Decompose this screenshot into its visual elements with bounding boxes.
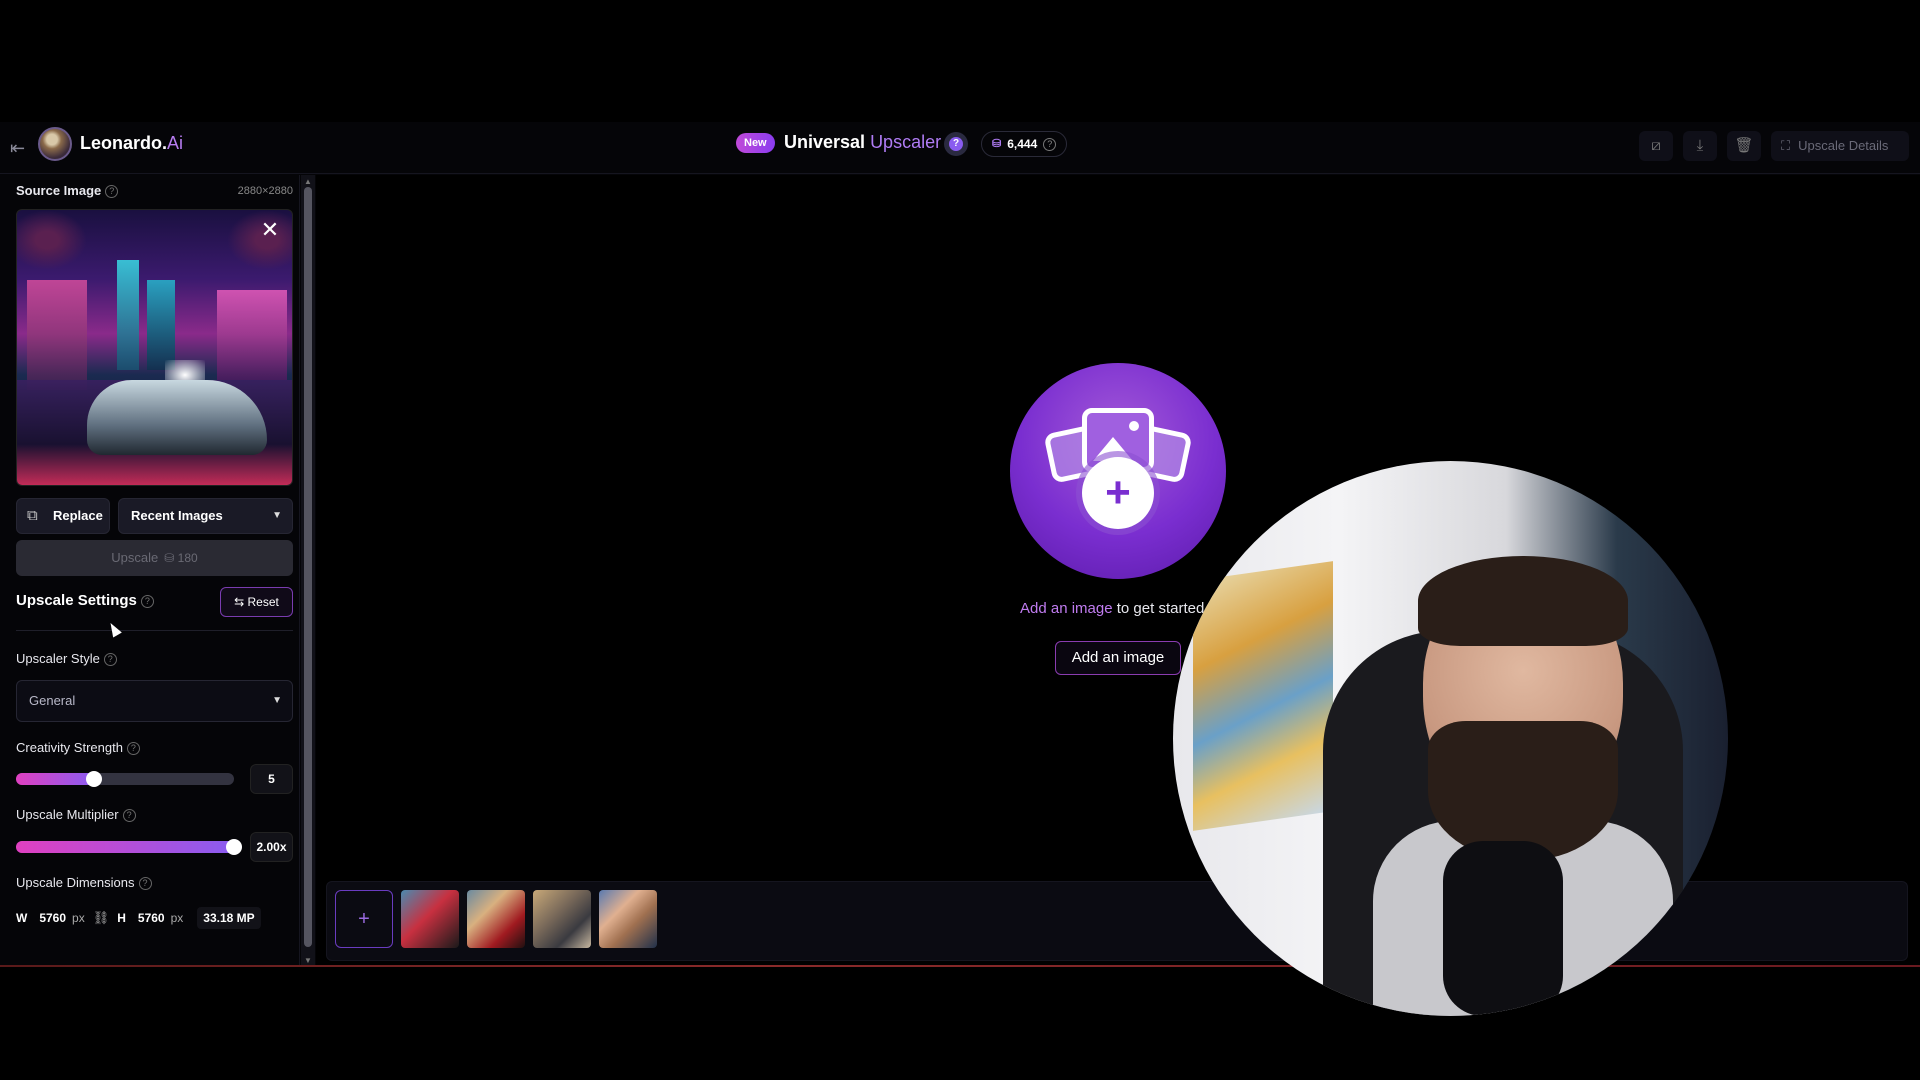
question-icon: ? [138, 877, 152, 891]
divider [16, 630, 293, 631]
question-icon: ? [122, 809, 136, 823]
tray-add-button[interactable]: + [335, 890, 393, 948]
source-image-dimensions: 2880×2880 [237, 185, 293, 197]
new-badge: New [736, 133, 775, 153]
caret-down-icon: ▼ [272, 695, 282, 706]
dimensions-row: W 5760 px ⛓ H 5760 px 33.18 MP [16, 902, 293, 934]
recent-image-thumbnail[interactable] [599, 890, 657, 948]
width-key: W [16, 911, 28, 925]
scrollbar-thumb[interactable] [304, 187, 312, 947]
upscale-multiplier-value[interactable]: 2.00x [250, 832, 293, 862]
width-unit: px [72, 911, 85, 925]
recent-image-thumbnail[interactable] [401, 890, 459, 948]
upscale-multiplier-slider[interactable] [16, 839, 242, 855]
credits-count: 6,444 [1007, 137, 1038, 151]
upscaler-style-select[interactable]: General ▼ [16, 680, 293, 722]
info-button[interactable]: ? [944, 132, 968, 156]
scroll-up-icon[interactable]: ▲ [304, 177, 312, 186]
upscaler-style-label: Upscaler Style? [16, 651, 117, 667]
token-icon: ⛁ [164, 551, 175, 565]
width-field[interactable]: 5760 [39, 911, 66, 925]
microphone [1443, 841, 1563, 1016]
brand-name: Leonardo.Ai [80, 133, 184, 153]
close-icon[interactable]: ✕ [258, 218, 282, 242]
creativity-strength-value[interactable]: 5 [250, 764, 293, 794]
settings-sidebar: Source Image? 2880×2880 ✕ ⧉ Replace Recen… [0, 175, 300, 967]
recent-images-dropdown[interactable]: Recent Images ▼ [118, 498, 293, 534]
trash-icon[interactable]: 🗑 [1727, 131, 1761, 161]
mouse-cursor-icon [106, 620, 122, 638]
add-image-button[interactable]: Add an image [1055, 641, 1181, 675]
creativity-strength-label: Creativity Strength? [16, 740, 140, 756]
download-icon[interactable]: ⤓ [1683, 131, 1717, 161]
scroll-down-icon[interactable]: ▼ [304, 956, 312, 965]
recent-image-thumbnail[interactable] [533, 890, 591, 948]
height-unit: px [170, 911, 184, 925]
question-icon: ? [126, 742, 140, 756]
sidebar-scrollbar[interactable]: ▲ ▼ [301, 175, 315, 967]
page-title: Universal Upscaler [784, 132, 942, 152]
details-icon: ⛶ [1781, 138, 1791, 153]
question-icon: ? [140, 594, 154, 608]
add-image-link[interactable]: Add an image [1020, 600, 1113, 617]
upscale-dimensions-label: Upscale Dimensions? [16, 875, 152, 891]
plus-icon: + [1082, 457, 1154, 529]
slider-thumb[interactable] [86, 771, 103, 787]
back-arrow-icon[interactable]: ⇤ [10, 138, 32, 158]
image-icon: ⧉ [27, 507, 38, 524]
replace-button[interactable]: ⧉ Replace [16, 498, 110, 534]
credits-badge[interactable]: ⛁ 6,444 ? [981, 131, 1068, 157]
get-started-text: Add an image to get started [1020, 600, 1205, 617]
wall-map [1193, 561, 1333, 831]
top-header: ⇤ Leonardo.Ai New Universal Upscaler ? ⛁… [0, 122, 1920, 174]
upscale-details-button[interactable]: ⛶ Upscale Details [1771, 131, 1909, 161]
compare-icon[interactable]: ⧄ [1639, 131, 1673, 161]
person-beard [1428, 721, 1618, 861]
link-icon[interactable]: ⛓ [93, 910, 110, 926]
question-icon: ? [105, 185, 119, 199]
source-image-label: Source Image? [16, 183, 119, 199]
height-key: H [117, 911, 126, 925]
question-icon: ? [949, 137, 963, 151]
caret-down-icon: ▼ [272, 510, 282, 521]
leonardo-logo[interactable] [38, 127, 72, 161]
source-image-preview: ✕ [16, 209, 293, 486]
question-icon: ? [1043, 137, 1057, 151]
upscale-button[interactable]: Upscale ⛁ 180 [16, 540, 293, 576]
slider-fill [16, 773, 95, 785]
recent-image-thumbnail[interactable] [467, 890, 525, 948]
upscale-multiplier-label: Upscale Multiplier? [16, 807, 136, 823]
slider-thumb[interactable] [226, 839, 242, 855]
question-icon: ? [103, 653, 117, 667]
upscale-settings-title: Upscale Settings? [16, 592, 154, 609]
creativity-strength-slider[interactable] [16, 771, 234, 787]
webcam-overlay [1173, 461, 1728, 1016]
person-hair [1418, 556, 1628, 646]
reset-button[interactable]: ⇆ Reset [220, 587, 293, 617]
add-image-illustration[interactable]: + [1010, 363, 1226, 579]
slider-fill [16, 841, 234, 853]
token-icon: ⛁ [992, 138, 1002, 150]
megapixels-value: 33.18 MP [197, 907, 261, 929]
height-field[interactable]: 5760 [138, 911, 165, 925]
